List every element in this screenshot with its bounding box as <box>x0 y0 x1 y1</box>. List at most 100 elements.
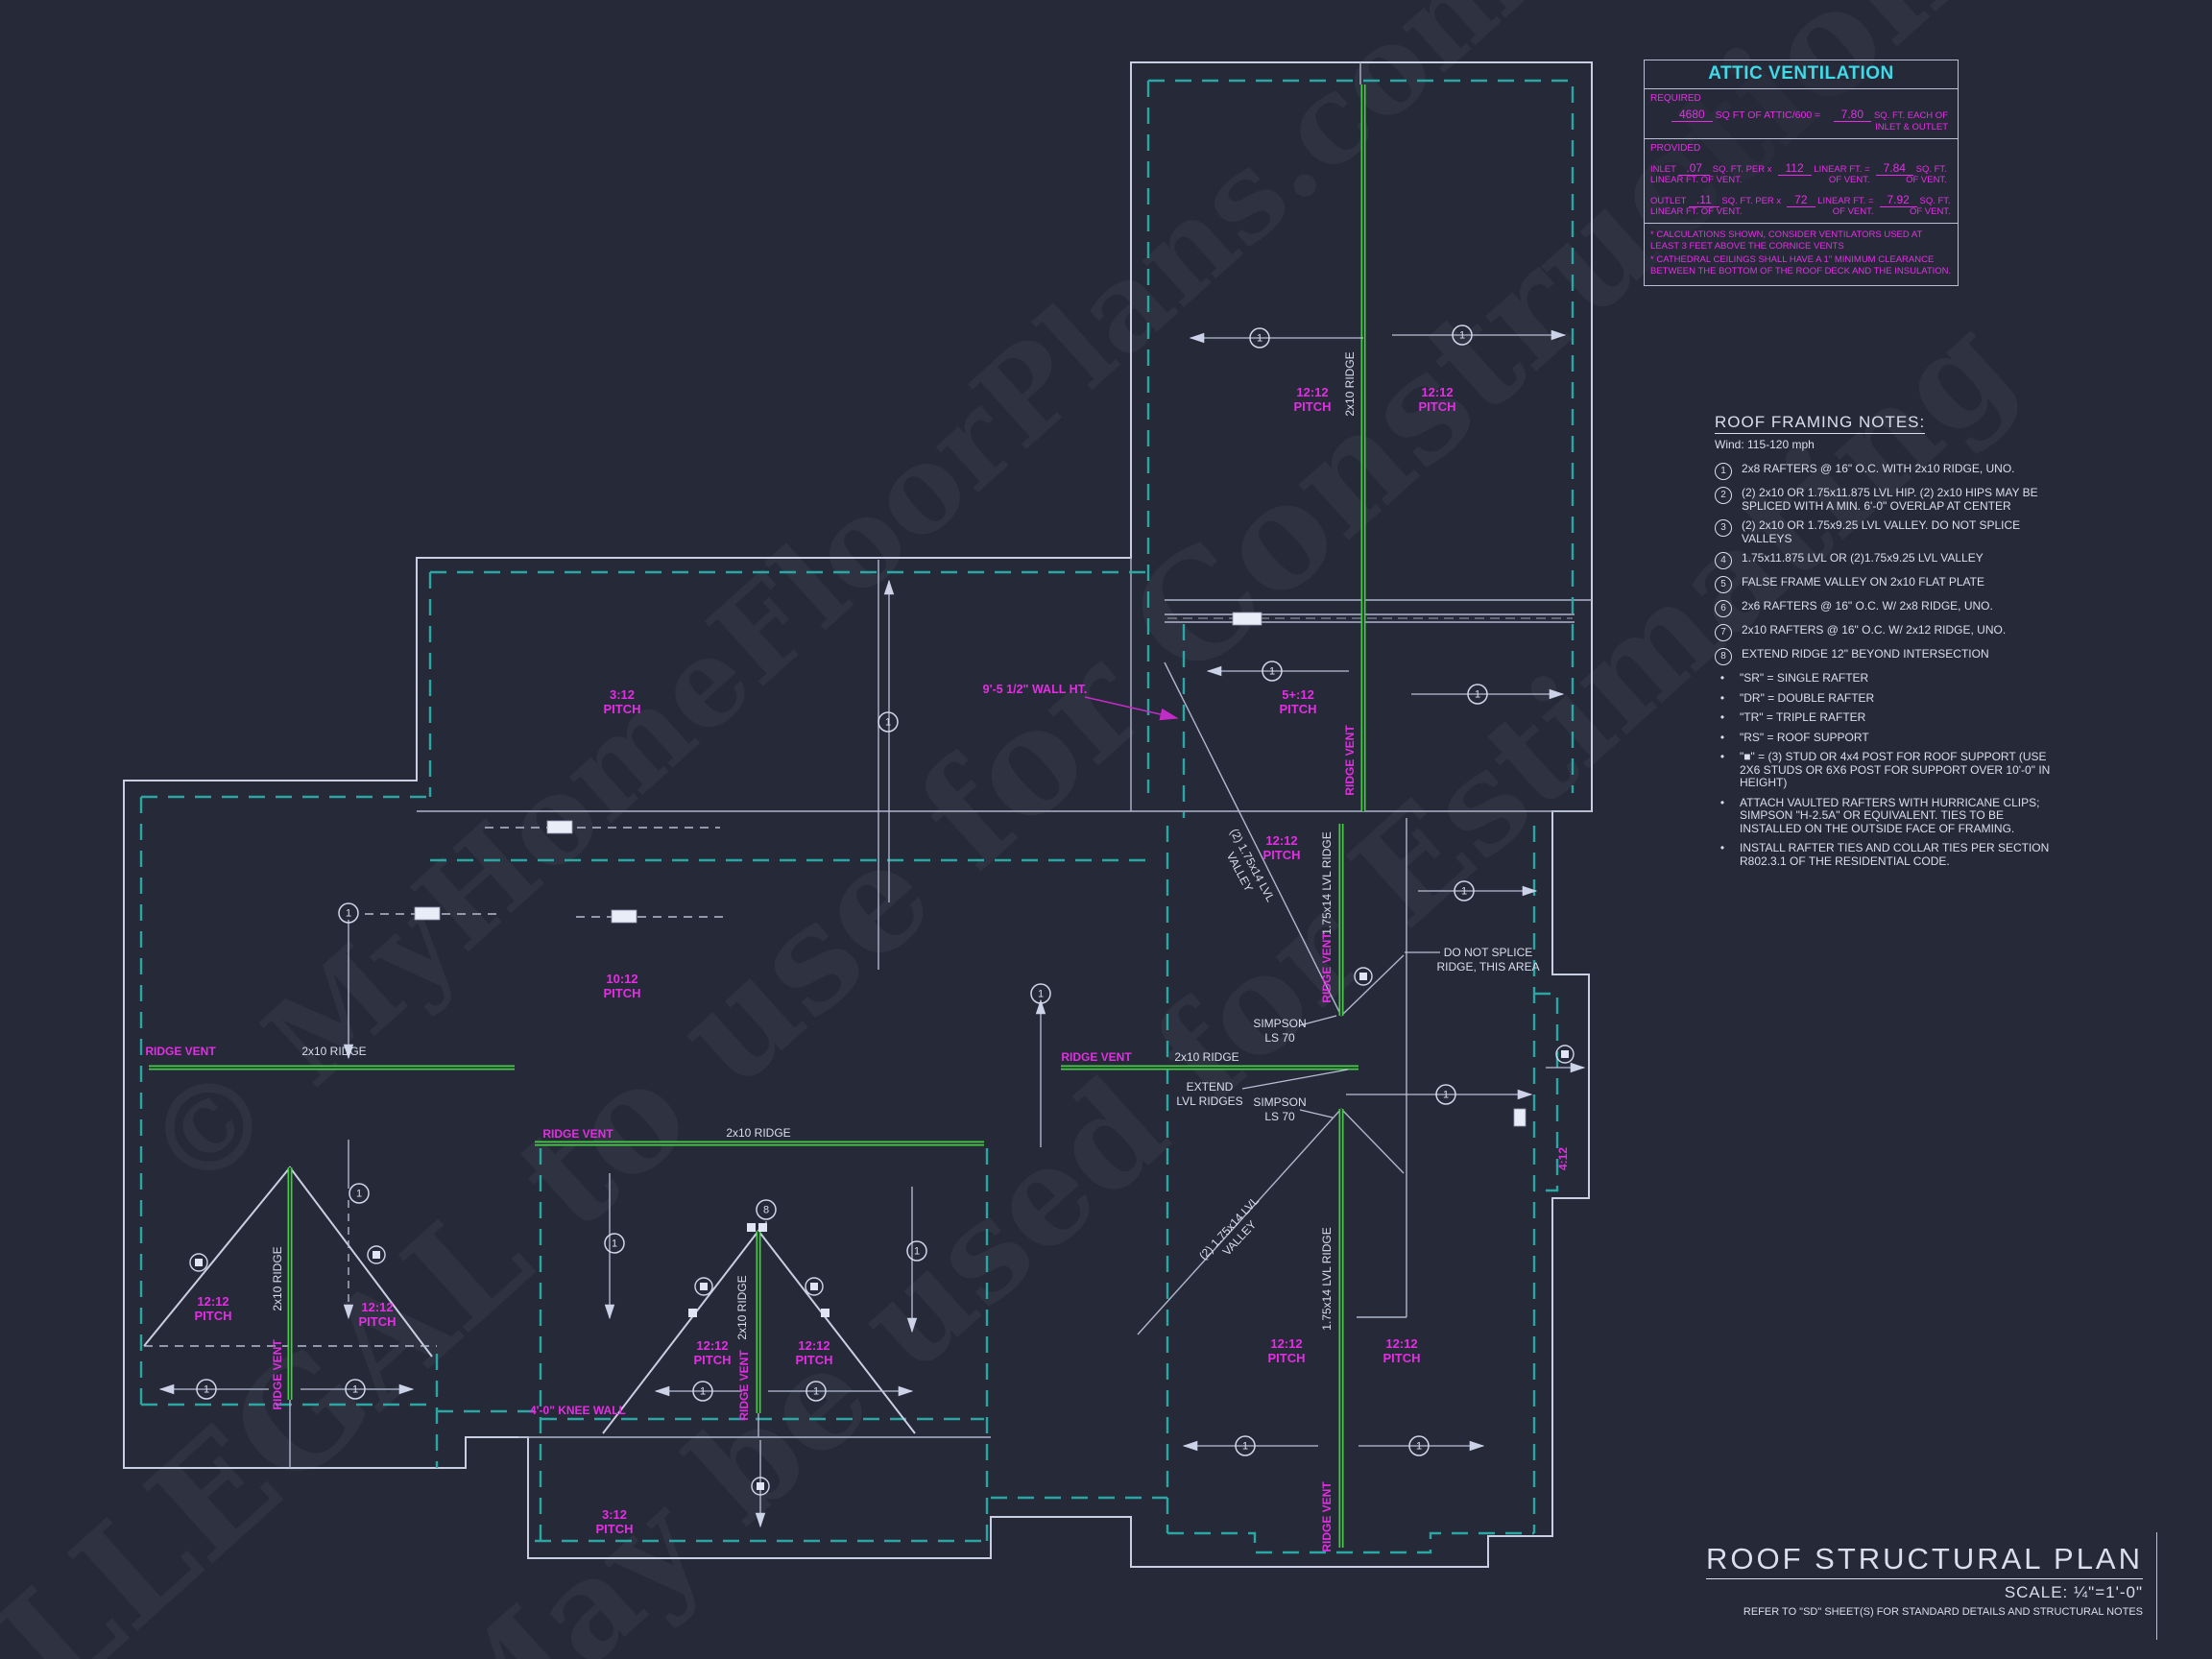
plan-label: 12:12PITCH <box>1383 1336 1421 1365</box>
plan-label: 12:12PITCH <box>195 1294 232 1323</box>
framing-note-item: 3(2) 2x10 OR 1.75x9.25 LVL VALLEY. DO NO… <box>1715 519 2053 545</box>
framing-note-bullet: •"■" = (3) STUD OR 4x4 POST FOR ROOF SUP… <box>1715 751 2053 790</box>
wall-marker <box>1514 1109 1526 1126</box>
attic-notes-section: * CALCULATIONS SHOWN, CONSIDER VENTILATO… <box>1645 224 1958 285</box>
svg-text:1: 1 <box>1416 1441 1422 1453</box>
attic-required-section: REQUIRED 4680 SQ FT OF ATTIC/600 = 7.80 … <box>1645 89 1958 139</box>
plan-label: 1.75x14 LVL RIDGE <box>1320 1227 1334 1330</box>
svg-text:1: 1 <box>346 908 351 920</box>
plan-label: 2x10 RIDGE <box>271 1246 284 1310</box>
framing-note-item: 41.75x11.875 LVL OR (2)1.75x9.25 LVL VAL… <box>1715 552 2053 569</box>
plan-label: EXTENDLVL RIDGES <box>1176 1080 1242 1108</box>
plan-label: RIDGE VENT <box>1320 932 1334 1003</box>
svg-text:1: 1 <box>813 1386 819 1398</box>
plan-label: 1.75x14 LVL RIDGE <box>1320 831 1334 934</box>
svg-text:1: 1 <box>1038 989 1044 1000</box>
roof-framing-notes: ROOF FRAMING NOTES: Wind: 115-120 mph 1 2… <box>1715 413 2053 875</box>
plan-label: RIDGE VENT <box>542 1127 613 1141</box>
svg-text:1: 1 <box>1269 666 1275 678</box>
framing-note-item: 62x6 RAFTERS @ 16" O.C. W/ 2x8 RIDGE, UN… <box>1715 600 2053 617</box>
plan-label: RIDGE VENT <box>271 1339 284 1410</box>
framing-note-item: 72x10 RAFTERS @ 16" O.C. W/ 2x12 RIDGE, … <box>1715 624 2053 641</box>
rafter-tag <box>612 910 637 923</box>
plan-label: 9'-5 1/2" WALL HT. <box>983 683 1088 696</box>
plan-label: 12:12PITCH <box>1268 1336 1306 1365</box>
note-number-icon: 4 <box>1715 552 1732 569</box>
plan-label: 2x10 RIDGE <box>301 1045 366 1058</box>
note-number-icon: 3 <box>1715 519 1732 537</box>
bullet-icon: • <box>1715 842 1730 868</box>
svg-text:8: 8 <box>763 1205 769 1216</box>
plan-label: 4'-0" KNEE WALL <box>530 1404 626 1417</box>
svg-text:1: 1 <box>1459 330 1465 342</box>
framing-note-item: 2(2) 2x10 OR 1.75x11.875 LVL HIP. (2) 2x… <box>1715 487 2053 513</box>
svg-text:1: 1 <box>1443 1090 1449 1101</box>
bullet-icon: • <box>1715 797 1730 836</box>
plan-label: 2x10 RIDGE <box>1174 1050 1238 1064</box>
framing-note-bullet: •ATTACH VAULTED RAFTERS WITH HURRICANE C… <box>1715 797 2053 836</box>
plan-label: DO NOT SPLICERIDGE, THIS AREA <box>1436 946 1539 974</box>
roof-structural-plan-sheet: © MyHomeFloorPlans.comILLEGAL to use for… <box>0 0 2212 1659</box>
roof-support-icon <box>695 1278 712 1295</box>
plan-label: 12:12PITCH <box>1419 385 1456 414</box>
plan-label: 12:12PITCH <box>359 1300 397 1329</box>
bullet-icon: • <box>1715 711 1730 725</box>
plan-label: 12:12PITCH <box>1263 833 1301 862</box>
plan-label: 2x10 RIDGE <box>735 1275 749 1339</box>
svg-text:1: 1 <box>885 717 891 729</box>
framing-note-bullet: •"SR" = SINGLE RAFTER <box>1715 672 2053 685</box>
svg-text:1: 1 <box>1257 333 1262 345</box>
note-number-icon: 8 <box>1715 648 1732 665</box>
plan-label: RIDGE VENT <box>1343 725 1357 796</box>
svg-text:1: 1 <box>1461 886 1467 898</box>
framing-notes-title: ROOF FRAMING NOTES: <box>1715 413 1925 434</box>
plan-label: 2x10 RIDGE <box>1343 351 1357 416</box>
plan-label: RIDGE VENT <box>1320 1481 1334 1552</box>
post-icon <box>688 1309 697 1317</box>
plan-label: 4:12 <box>1556 1147 1570 1170</box>
svg-text:1: 1 <box>914 1246 920 1258</box>
note-number-icon: 2 <box>1715 487 1732 504</box>
post-icon <box>821 1309 830 1317</box>
bullet-icon: • <box>1715 751 1730 790</box>
bullet-icon: • <box>1715 672 1730 685</box>
note-number-icon: 6 <box>1715 600 1732 617</box>
wind-speed-note: Wind: 115-120 mph <box>1715 438 2053 451</box>
post-icon <box>747 1223 756 1232</box>
plan-label: 5+:12PITCH <box>1280 687 1317 716</box>
plan-label: (2) 1.75x14 LVLVALLEY <box>1196 1193 1272 1272</box>
framing-note-bullet: •INSTALL RAFTER TIES AND COLLAR TIES PER… <box>1715 842 2053 868</box>
svg-text:1: 1 <box>1242 1441 1248 1453</box>
plan-label: SIMPSONLS 70 <box>1253 1095 1306 1123</box>
framing-notes-list: 12x8 RAFTERS @ 16" O.C. WITH 2x10 RIDGE,… <box>1715 463 2053 868</box>
plan-label: 12:12PITCH <box>796 1338 833 1367</box>
plan-label: 12:12PITCH <box>1294 385 1332 414</box>
attic-provided-section: PROVIDED INLET .07 SQ. FT. PER x LINEAR … <box>1645 139 1958 224</box>
framing-note-bullet: •"TR" = TRIPLE RAFTER <box>1715 711 2053 725</box>
beam-tag <box>1233 613 1262 625</box>
sheet-scale: SCALE: ¼"=1'-0" <box>1699 1583 2143 1602</box>
plan-label: RIDGE VENT <box>1061 1050 1132 1064</box>
svg-text:1: 1 <box>700 1386 706 1398</box>
note-number-icon: 5 <box>1715 576 1732 593</box>
sheet-reference-note: REFER TO "SD" SHEET(S) FOR STANDARD DETA… <box>1699 1606 2143 1618</box>
attic-table-title: ATTIC VENTILATION <box>1645 60 1958 89</box>
dim-callout-8: 8 <box>757 1200 776 1219</box>
framing-note-bullet: •"DR" = DOUBLE RAFTER <box>1715 692 2053 706</box>
title-block: ROOF STRUCTURAL PLAN SCALE: ¼"=1'-0" REF… <box>1699 1542 2143 1618</box>
svg-text:1: 1 <box>356 1189 362 1200</box>
roof-support-icon <box>190 1254 207 1271</box>
dim-callout-1: 1 <box>349 1184 369 1203</box>
framing-note-bullet: •"RS" = ROOF SUPPORT <box>1715 732 2053 745</box>
note-number-icon: 7 <box>1715 624 1732 641</box>
rafter-tag <box>547 821 572 833</box>
rafter-tag <box>415 907 440 920</box>
svg-text:1: 1 <box>204 1384 209 1396</box>
note-number-icon: 1 <box>1715 463 1732 480</box>
post-icon <box>758 1223 767 1232</box>
plan-label: 2x10 RIDGE <box>726 1126 790 1140</box>
plan-label: RIDGE VENT <box>737 1350 751 1421</box>
plan-label: 12:12PITCH <box>694 1338 732 1367</box>
svg-text:1: 1 <box>1475 689 1480 701</box>
title-block-divider <box>2156 1532 2157 1640</box>
